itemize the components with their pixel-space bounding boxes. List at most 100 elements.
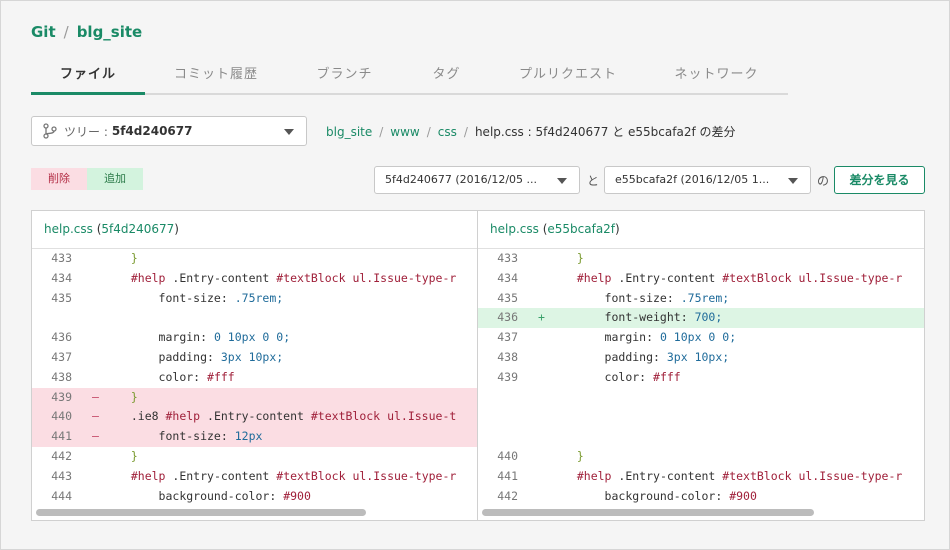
diff-line: 433 } — [478, 249, 924, 269]
pane-revision[interactable]: 5f4d240677 — [101, 222, 174, 236]
code-text: padding: 3px 10px; — [604, 349, 730, 364]
line-number: 438 — [51, 369, 72, 384]
chevron-down-icon — [788, 178, 798, 184]
code-text: padding: 3px 10px; — [158, 349, 284, 364]
diff-view: help.css (5f4d240677) 433 } 434 #help .En… — [31, 210, 925, 521]
chevron-down-icon — [557, 178, 567, 184]
diff-pane-header: help.css (e55bcafa2f) — [478, 211, 924, 249]
line-number: 433 — [497, 251, 518, 265]
line-number: 440 — [51, 409, 72, 424]
line-number: 435 — [497, 290, 518, 305]
line-number: 436 — [497, 310, 518, 325]
diff-line: 437 padding: 3px 10px; — [32, 348, 477, 368]
diff-line: 434 #help .Entry-content #textBlock ul.I… — [478, 269, 924, 289]
tree-select-label: ツリー : — [64, 124, 108, 139]
line-number: 434 — [497, 270, 518, 285]
code-text: color: #fff — [158, 369, 235, 384]
breadcrumb-git-link[interactable]: Git — [31, 23, 56, 41]
diff-line — [478, 427, 924, 447]
line-number: 434 — [51, 270, 72, 285]
path-separator: / — [426, 124, 431, 139]
line-number: 443 — [51, 468, 72, 483]
diff-line — [478, 407, 924, 427]
line-number: 442 — [497, 488, 518, 503]
diff-lines-right: 433 } 434 #help .Entry-content #textBlock… — [478, 249, 924, 506]
compare-joiner: と — [587, 174, 600, 188]
diff-pane-right: help.css (e55bcafa2f) 433 } 434 #help .En… — [478, 211, 924, 520]
code-text: margin: 0 10px 0 0; — [604, 330, 737, 345]
diff-line: 436 margin: 0 10px 0 0; — [32, 328, 477, 348]
code-text: } — [563, 251, 584, 265]
path-current: help.css : 5f4d240677 と e55bcafa2f の差分 — [474, 125, 736, 139]
tab-branches[interactable]: ブランチ — [287, 59, 402, 95]
diff-pane-left: help.css (5f4d240677) 433 } 434 #help .En… — [32, 211, 478, 520]
tab-bar: ファイル コミット履歴 ブランチ タグ プルリクエスト ネットワーク — [31, 59, 788, 95]
code-text: } — [117, 389, 138, 404]
path-css-link[interactable]: css — [438, 125, 457, 139]
legend-added-badge: 追加 — [87, 168, 143, 190]
line-number: 437 — [51, 349, 72, 364]
line-number: 437 — [497, 330, 518, 345]
revision-a-select[interactable]: 5f4d240677 (2016/12/05 ... — [374, 166, 580, 194]
path-www-link[interactable]: www — [390, 125, 419, 139]
code-text: font-size: .75rem; — [158, 290, 284, 305]
diff-line: 433 } — [32, 249, 477, 269]
code-text: #help .Entry-content #textBlock ul.Issue… — [130, 468, 457, 483]
diff-line: 435 font-size: .75rem; — [478, 289, 924, 309]
diff-marker: + — [538, 310, 545, 325]
line-number: 438 — [497, 349, 518, 364]
diff-line — [32, 308, 477, 328]
diff-line-deleted: 440 — .ie8 #help .Entry-content #textBloc… — [32, 407, 477, 428]
line-number: 441 — [497, 468, 518, 483]
tree-select[interactable]: ツリー : 5f4d240677 — [31, 116, 307, 146]
view-diff-button[interactable]: 差分を見る — [834, 166, 925, 194]
code-text: font-size: 12px — [158, 429, 263, 444]
diff-marker: — — [92, 429, 99, 444]
code-text: background-color: #900 — [604, 488, 757, 503]
code-text: } — [563, 448, 584, 463]
line-number: 439 — [497, 369, 518, 384]
tab-files[interactable]: ファイル — [31, 59, 145, 95]
horizontal-scrollbar[interactable] — [482, 509, 814, 516]
horizontal-scrollbar[interactable] — [36, 509, 366, 516]
pane-revision[interactable]: e55bcafa2f — [547, 222, 615, 236]
code-text: font-size: .75rem; — [604, 290, 730, 305]
line-number: 441 — [51, 429, 72, 444]
diff-lines-left: 433 } 434 #help .Entry-content #textBlock… — [32, 249, 477, 506]
tab-commit-history[interactable]: コミット履歴 — [145, 59, 287, 95]
code-text: } — [117, 251, 138, 265]
pane-file-name[interactable]: help.css — [44, 222, 93, 236]
pane-paren: ) — [174, 222, 179, 236]
line-number: 440 — [497, 448, 518, 463]
file-path-breadcrumb: blg_site / www / css / help.css : 5f4d24… — [326, 123, 736, 140]
breadcrumb-separator: / — [63, 23, 69, 41]
breadcrumb-repo-link[interactable]: blg_site — [77, 23, 143, 41]
revision-a-value: 5f4d240677 (2016/12/05 ... — [385, 173, 538, 186]
tree-select-value: 5f4d240677 — [111, 124, 193, 138]
tab-pull-requests[interactable]: プルリクエスト — [491, 59, 645, 95]
diff-line: 442 } — [32, 447, 477, 467]
tab-network[interactable]: ネットワーク — [645, 59, 788, 95]
code-text: color: #fff — [604, 369, 681, 384]
diff-line-added: 436 + font-weight: 700; — [478, 308, 924, 329]
pane-paren: ) — [615, 222, 620, 236]
code-text: } — [117, 448, 138, 463]
diff-line: 438 padding: 3px 10px; — [478, 348, 924, 368]
diff-line-deleted: 441 — font-size: 12px — [32, 427, 477, 447]
path-repo-link[interactable]: blg_site — [326, 125, 372, 139]
branch-icon — [43, 123, 57, 139]
compare-suffix: の — [817, 174, 830, 188]
revision-b-value: e55bcafa2f (2016/12/05 1... — [615, 173, 770, 186]
line-number: 436 — [51, 330, 72, 345]
chevron-down-icon — [284, 129, 294, 135]
code-text: #help .Entry-content #textBlock ul.Issue… — [576, 270, 903, 285]
diff-marker: — — [92, 409, 99, 424]
tab-tags[interactable]: タグ — [402, 59, 491, 95]
revision-b-select[interactable]: e55bcafa2f (2016/12/05 1... — [604, 166, 811, 194]
diff-line: 441 #help .Entry-content #textBlock ul.I… — [478, 467, 924, 487]
diff-line: 440 } — [478, 447, 924, 467]
breadcrumb: Git / blg_site — [31, 23, 142, 41]
pane-file-name[interactable]: help.css — [490, 222, 539, 236]
line-number: 433 — [51, 251, 72, 265]
diff-line: 439 color: #fff — [478, 368, 924, 388]
